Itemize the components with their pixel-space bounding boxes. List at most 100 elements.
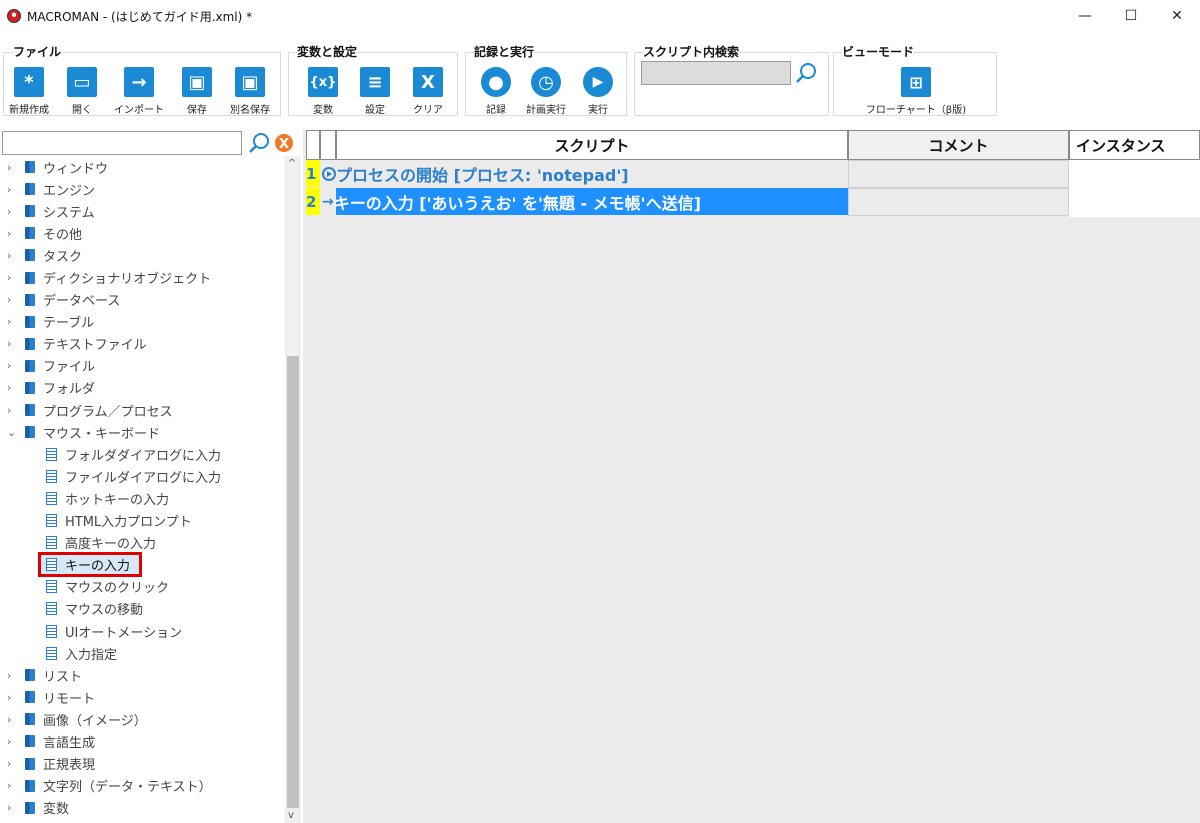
- tree-category-label: ウィンドウ: [43, 161, 109, 177]
- maximize-button[interactable]: ☐: [1108, 0, 1154, 32]
- chevron-right-icon[interactable]: ›: [7, 801, 19, 814]
- view-mode-group: ビューモード ⊞ フローチャート（β版): [833, 43, 997, 116]
- comment-cell[interactable]: [848, 160, 1069, 188]
- chevron-right-icon[interactable]: ›: [7, 271, 19, 284]
- tree-command-item[interactable]: 高度キーの入力: [0, 532, 285, 554]
- tree-command-label: ファイルダイアログに入力: [65, 470, 222, 486]
- settings-button[interactable]: ≡ 設定: [350, 67, 400, 116]
- minimize-button[interactable]: —: [1062, 0, 1108, 32]
- tree-command-label: キーの入力: [65, 559, 131, 575]
- chevron-right-icon[interactable]: ›: [7, 757, 19, 770]
- tree-category[interactable]: › データベース: [0, 289, 285, 311]
- tree-command-label: HTML入力プロンプト: [65, 515, 192, 531]
- chevron-right-icon[interactable]: ›: [7, 713, 19, 726]
- tree-category[interactable]: › タスク: [0, 244, 285, 266]
- save-button[interactable]: ▣ 保存: [172, 67, 222, 116]
- new-button[interactable]: * 新規作成: [4, 67, 54, 116]
- tree-category[interactable]: › リスト: [0, 664, 285, 686]
- run-button[interactable]: ▶ 実行: [573, 67, 623, 116]
- chevron-right-icon[interactable]: ›: [7, 337, 19, 350]
- book-icon: [25, 315, 35, 328]
- tree-command-item[interactable]: キーの入力: [0, 552, 285, 578]
- tree-command-item[interactable]: フォルダダイアログに入力: [0, 443, 285, 465]
- tree-category[interactable]: › リモート: [0, 686, 285, 708]
- title-bar: MACROMAN - (はじめてガイド用.xml) * — ☐ ✕: [0, 0, 1200, 32]
- script-search-input[interactable]: [641, 61, 791, 85]
- tree-category[interactable]: › プログラム／プロセス: [0, 399, 285, 421]
- chevron-down-icon[interactable]: ⌄: [7, 426, 19, 439]
- clear-button[interactable]: X クリア: [403, 67, 453, 116]
- chevron-right-icon[interactable]: ›: [7, 669, 19, 682]
- close-button[interactable]: ✕: [1154, 0, 1200, 32]
- document-icon: [46, 514, 57, 528]
- tree-category[interactable]: › 文字列（データ・テキスト）: [0, 775, 285, 797]
- chevron-right-icon[interactable]: ›: [7, 161, 19, 174]
- grid-header-instance[interactable]: インスタンス: [1069, 130, 1200, 160]
- search-icon[interactable]: [795, 62, 817, 84]
- comment-cell[interactable]: [848, 188, 1069, 216]
- tree-category-label: リモート: [43, 691, 96, 707]
- grid-header-script[interactable]: スクリプト: [336, 130, 848, 160]
- clear-search-icon[interactable]: X: [274, 133, 294, 153]
- tree-command-item[interactable]: ファイルダイアログに入力: [0, 465, 285, 487]
- save-as-button[interactable]: ▣ 別名保存: [225, 67, 275, 116]
- tree-command-item[interactable]: HTML入力プロンプト: [0, 510, 285, 532]
- tree-category[interactable]: › テキストファイル: [0, 333, 285, 355]
- chevron-right-icon[interactable]: ›: [7, 691, 19, 704]
- window-title: MACROMAN - (はじめてガイド用.xml) *: [27, 9, 253, 24]
- open-button[interactable]: ▭ 開く: [57, 67, 107, 116]
- tree-category[interactable]: › 言語生成: [0, 730, 285, 752]
- tree-category[interactable]: › 変数: [0, 797, 285, 819]
- tree-category[interactable]: › システム: [0, 200, 285, 222]
- chevron-right-icon[interactable]: ›: [7, 404, 19, 417]
- record-group-label: 記録と実行: [474, 43, 535, 60]
- tree-search-icon[interactable]: [247, 131, 271, 155]
- variables-group: 変数と設定 {x} 変数 ≡ 設定 X クリア: [288, 43, 458, 116]
- tree-category[interactable]: › ディクショナリオブジェクト: [0, 266, 285, 288]
- tree-command-item[interactable]: マウスのクリック: [0, 576, 285, 598]
- chevron-right-icon[interactable]: ›: [7, 735, 19, 748]
- tree-category[interactable]: › ファイル: [0, 355, 285, 377]
- tree-category[interactable]: › その他: [0, 222, 285, 244]
- chevron-right-icon[interactable]: ›: [7, 293, 19, 306]
- tree-command-item[interactable]: ホットキーの入力: [0, 487, 285, 509]
- record-group: 記録と実行 ● 記録 ◷ 計画実行 ▶ 実行: [465, 43, 627, 116]
- chevron-right-icon[interactable]: ›: [7, 183, 19, 196]
- import-button[interactable]: → インポート: [114, 67, 164, 116]
- variables-button[interactable]: {x} 変数: [298, 67, 348, 116]
- chevron-right-icon[interactable]: ›: [7, 227, 19, 240]
- tree-scroll-thumb[interactable]: [287, 356, 299, 808]
- file-group: ファイル * 新規作成 ▭ 開く → インポート ▣ 保存 ▣ 別名保存: [3, 43, 281, 116]
- schedule-button[interactable]: ◷ 計画実行: [521, 67, 571, 116]
- chevron-right-icon[interactable]: ›: [7, 205, 19, 218]
- tree-category-label: 変数: [43, 802, 70, 818]
- chevron-right-icon[interactable]: ›: [7, 359, 19, 372]
- record-button[interactable]: ● 記録: [471, 67, 521, 116]
- tree-command-item[interactable]: マウスの移動: [0, 598, 285, 620]
- tree-category[interactable]: ⌄ マウス・キーボード: [0, 421, 285, 443]
- flowchart-button[interactable]: ⊞ フローチャート（β版): [861, 67, 971, 116]
- tree-category[interactable]: › エンジン: [0, 178, 285, 200]
- chevron-right-icon[interactable]: ›: [7, 249, 19, 262]
- script-row-selected[interactable]: → キーの入力 ['あいうえお' を'無題 - メモ帳'へ送信]: [322, 188, 701, 215]
- book-icon: [25, 801, 35, 814]
- grid-header-comment[interactable]: コメント: [848, 130, 1069, 160]
- chevron-right-icon[interactable]: ›: [7, 381, 19, 394]
- tree-search-input[interactable]: [2, 131, 242, 155]
- tree-command-item[interactable]: UIオートメーション: [0, 620, 285, 642]
- tree-category[interactable]: › テーブル: [0, 311, 285, 333]
- book-icon: [25, 691, 35, 704]
- book-icon: [25, 404, 35, 417]
- tree-category[interactable]: › 画像（イメージ）: [0, 708, 285, 730]
- tree-category[interactable]: › フォルダ: [0, 377, 285, 399]
- tree-command-item[interactable]: 入力指定: [0, 642, 285, 664]
- chevron-right-icon[interactable]: ›: [7, 315, 19, 328]
- tree-category[interactable]: › 正規表現: [0, 753, 285, 775]
- arrow-right-icon: →: [322, 193, 334, 210]
- script-row[interactable]: プロセスの開始 [プロセス: 'notepad']: [322, 160, 629, 187]
- tree-category[interactable]: › ウィンドウ: [0, 156, 285, 178]
- tree-command-label: マウスの移動: [65, 603, 144, 619]
- book-icon: [25, 359, 35, 372]
- chevron-right-icon[interactable]: ›: [7, 779, 19, 792]
- clear-icon: X: [413, 67, 443, 97]
